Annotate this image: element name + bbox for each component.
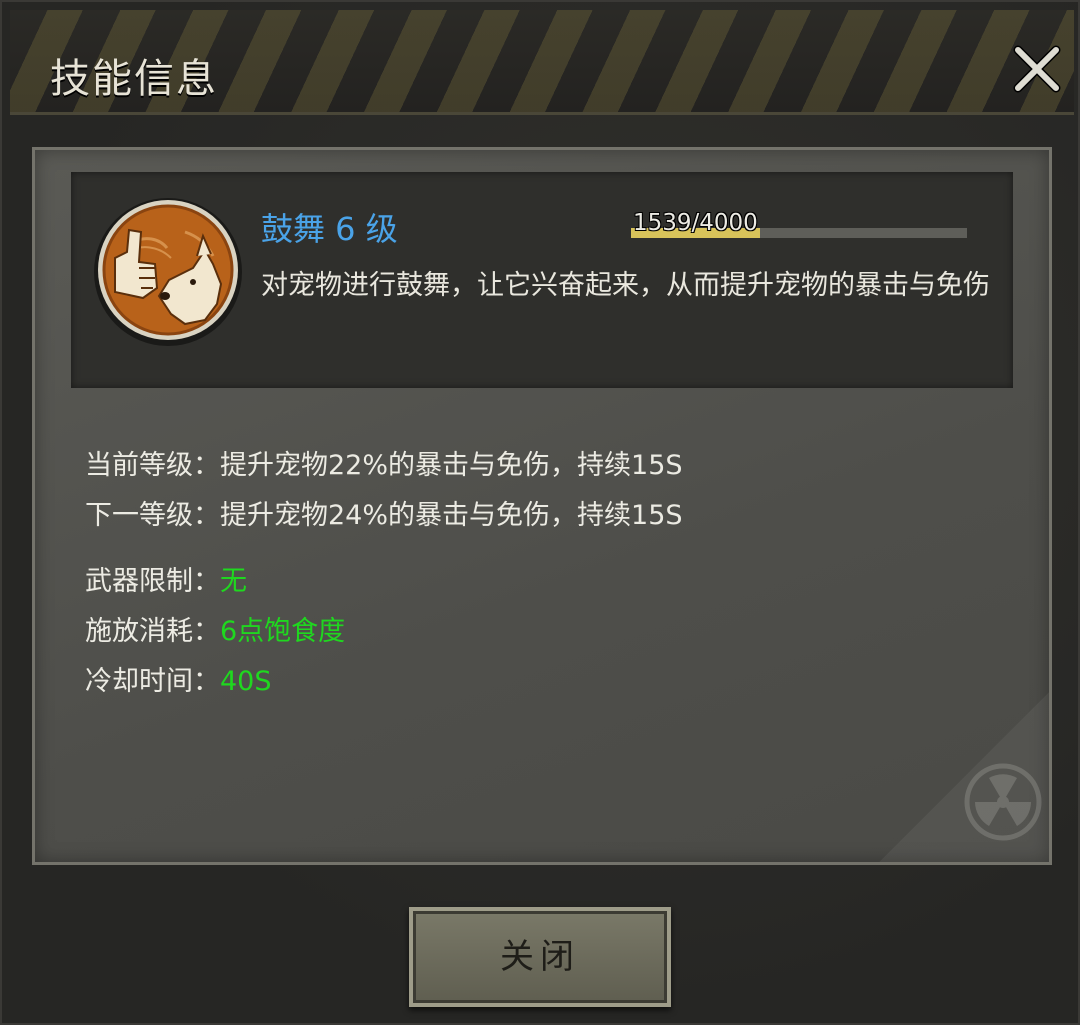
next-level-effect: 下一等级：提升宠物24%的暴击与免伤，持续15S xyxy=(85,493,683,532)
thumbs-up-dog-icon xyxy=(93,192,243,362)
cast-cost: 施放消耗：6点饱食度 xyxy=(85,609,345,648)
dialog-header: 技能信息 xyxy=(10,10,1074,115)
next-level-label: 下一等级： xyxy=(85,500,220,531)
weapon-restriction: 武器限制：无 xyxy=(85,559,247,598)
current-level-effect: 当前等级：提升宠物22%的暴击与免伤，持续15S xyxy=(85,443,683,482)
cast-cost-label: 施放消耗： xyxy=(85,616,220,647)
skill-description: 对宠物进行鼓舞，让它兴奋起来，从而提升宠物的暴击与免伤 xyxy=(261,270,990,301)
cooldown-value: 40S xyxy=(220,666,272,697)
current-level-value: 提升宠物22%的暴击与免伤，持续15S xyxy=(220,450,683,481)
radiation-icon xyxy=(963,762,1043,842)
cast-cost-value: 6点饱食度 xyxy=(220,616,346,647)
xp-progress-text: 1539/4000 xyxy=(633,210,758,236)
weapon-restriction-label: 武器限制： xyxy=(85,566,220,597)
close-icon[interactable] xyxy=(1010,42,1064,96)
current-level-label: 当前等级： xyxy=(85,450,220,481)
cooldown: 冷却时间：40S xyxy=(85,659,272,698)
skill-summary-box: 鼓舞 6 级 1539/4000 对宠物进行鼓舞，让它兴奋起来，从而提升宠物的暴… xyxy=(71,172,1013,388)
close-button[interactable]: 关闭 xyxy=(409,907,671,1007)
next-level-value: 提升宠物24%的暴击与免伤，持续15S xyxy=(220,500,683,531)
close-button-label: 关闭 xyxy=(500,937,580,977)
skill-name: 鼓舞 6 级 xyxy=(261,210,398,248)
skill-info-dialog: 技能信息 鼓舞 6 级 1539/4000 对宠物进行鼓舞，让它兴奋起来，从而提… xyxy=(0,0,1080,1025)
skill-panel: 鼓舞 6 级 1539/4000 对宠物进行鼓舞，让它兴奋起来，从而提升宠物的暴… xyxy=(32,147,1052,865)
weapon-restriction-value: 无 xyxy=(220,566,247,597)
cooldown-label: 冷却时间： xyxy=(85,666,220,697)
dialog-title: 技能信息 xyxy=(50,56,218,102)
